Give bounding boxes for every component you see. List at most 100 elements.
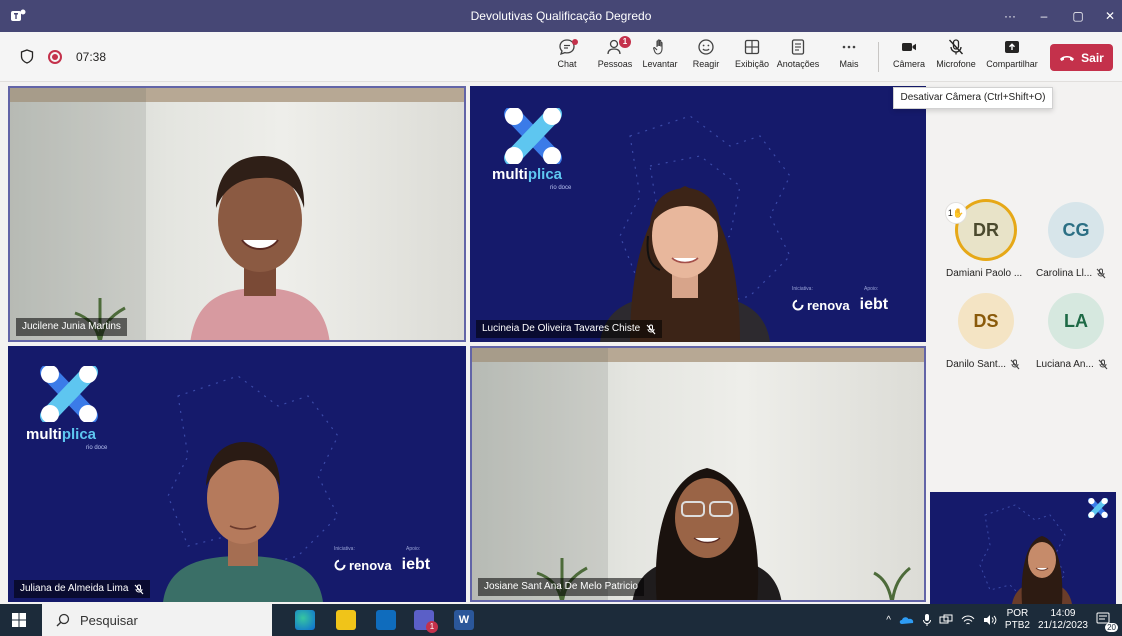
participant-avatar-cg[interactable]: CG [1048, 202, 1104, 258]
network-icon[interactable] [939, 614, 953, 626]
window-more-button[interactable]: ··· [1000, 6, 1020, 26]
renova-text: renova [807, 297, 850, 313]
mic-label: Microfone [936, 59, 976, 69]
sponsor-logos: renova iebt [792, 296, 888, 314]
brand-prefix: multi [492, 166, 528, 183]
share-button[interactable]: Compartilhar [986, 37, 1038, 69]
mic-button[interactable]: Microfone [930, 37, 982, 69]
participant-nametag: Jucilene Junia Martins [16, 318, 127, 336]
avatar-initials: DS [973, 310, 999, 331]
video-tile-3[interactable]: multiplica rio doce Iniciativa: Apoio: r… [8, 346, 466, 602]
participant-name: Carolina Ll... [1036, 268, 1093, 279]
self-video [1012, 536, 1072, 604]
brand-prefix: multi [26, 426, 62, 443]
wifi-icon[interactable] [961, 614, 975, 626]
file-explorer-icon[interactable] [336, 610, 356, 630]
initiative-label: Iniciativa: [334, 546, 355, 552]
participant-name: Josiane Sant Ana De Melo Patricio [484, 581, 638, 592]
raised-hand-indicator: 1 ✋ [945, 202, 967, 224]
initiative-label: Iniciativa: [792, 286, 813, 292]
avatar-initials: LA [1064, 310, 1088, 331]
participant-nametag: Juliana de Almeida Lima [14, 580, 151, 598]
participant-avatar-ds[interactable]: DS [958, 293, 1014, 349]
renova-swirl-icon [792, 299, 804, 311]
hang-up-icon [1060, 55, 1075, 61]
speaker-icon[interactable] [983, 614, 997, 626]
notes-icon [791, 39, 805, 55]
leave-button[interactable]: Sair [1050, 44, 1113, 71]
teams-taskbar-icon[interactable]: 1 [414, 610, 438, 633]
restore-button[interactable]: ▢ [1068, 6, 1088, 26]
mic-off-icon [1096, 268, 1106, 279]
keyboard-language[interactable]: POR PTB2 [1005, 608, 1030, 632]
camera-icon [902, 43, 916, 51]
participant-nametag: Josiane Sant Ana De Melo Patricio [478, 578, 644, 596]
participant-name-ds: Danilo Sant... [946, 359, 1020, 370]
brand-highlight: plica [527, 166, 563, 183]
more-button[interactable]: Mais [823, 37, 875, 69]
raise-hand-button[interactable]: Levantar [634, 37, 686, 69]
brand-highlight: plica [61, 426, 97, 443]
notification-center-icon[interactable]: 20 [1096, 612, 1118, 632]
minimize-button[interactable]: – [1034, 6, 1054, 26]
participant-video [163, 442, 323, 602]
people-count-badge: 1 [619, 36, 631, 48]
video-tile-1[interactable]: Jucilene Junia Martins [8, 86, 466, 342]
participant-name-cg: Carolina Ll... [1036, 268, 1106, 279]
hand-icon: ✋ [952, 207, 965, 218]
clock-time: 14:09 [1050, 608, 1076, 619]
camera-tooltip: Desativar Câmera (Ctrl+Shift+O) [893, 87, 1053, 109]
language-code: POR [1006, 608, 1029, 619]
mic-off-icon [1098, 359, 1108, 370]
participant-name: Juliana de Almeida Lima [20, 583, 129, 594]
video-tile-2[interactable]: multiplica rio doce Iniciativa: Apoio: r… [470, 86, 926, 342]
shield-icon[interactable] [20, 49, 34, 64]
outlook-icon[interactable] [376, 610, 396, 630]
share-label: Compartilhar [986, 59, 1038, 69]
renova-logo: renova [334, 558, 392, 573]
meeting-toolbar: 07:38 Chat 1 Pessoas Levantar Reagir Exi… [0, 32, 1122, 82]
video-tile-4[interactable]: Josiane Sant Ana De Melo Patricio [470, 346, 926, 602]
search-placeholder: Pesquisar [80, 612, 138, 628]
taskbar-clock[interactable]: 14:09 21/12/2023 [1038, 608, 1088, 632]
renova-logo: renova [792, 298, 850, 313]
windows-start-icon[interactable] [12, 613, 26, 627]
participant-name: Danilo Sant... [946, 359, 1007, 370]
clock-date: 21/12/2023 [1037, 620, 1088, 631]
react-button[interactable]: Reagir [680, 37, 732, 69]
avatar-initials: CG [1062, 219, 1090, 240]
close-button[interactable]: ✕ [1100, 6, 1120, 26]
microphone-icon[interactable] [922, 614, 931, 626]
iebt-text: iebt [401, 556, 431, 573]
mic-off-icon [948, 39, 964, 55]
participant-name: Luciana An... [1036, 359, 1094, 370]
view-button[interactable]: Exibição [726, 37, 778, 69]
taskbar-search[interactable]: Pesquisar [42, 604, 272, 636]
self-view-preview[interactable] [930, 492, 1116, 604]
notification-count: 20 [1105, 623, 1118, 632]
participant-nametag: Lucineia De Oliveira Tavares Chiste [476, 320, 663, 338]
chevron-up-icon[interactable]: ^ [886, 615, 891, 626]
edge-icon[interactable] [295, 610, 315, 630]
participant-avatar-la[interactable]: LA [1048, 293, 1104, 349]
camera-button[interactable]: Câmera [883, 37, 935, 69]
system-tray: ^ POR PTB2 14:09 21/12/2023 20 [886, 604, 1118, 636]
toolbar-separator [878, 42, 879, 72]
word-icon[interactable]: W [454, 610, 474, 630]
notes-label: Anotações [776, 59, 820, 69]
avatar-initials: DR [973, 219, 999, 240]
mic-off-icon [646, 324, 656, 334]
recording-icon [48, 49, 62, 64]
onedrive-icon[interactable] [899, 615, 915, 625]
plant-decoration [873, 566, 911, 600]
renova-swirl-icon [334, 559, 346, 571]
chat-button[interactable]: Chat [541, 37, 593, 69]
participant-video [190, 156, 330, 340]
multiplica-logo [1088, 498, 1108, 518]
leave-label: Sair [1081, 50, 1104, 65]
participant-name-la: Luciana An... [1036, 359, 1108, 370]
notes-button[interactable]: Anotações [772, 37, 824, 69]
raise-hand-label: Levantar [642, 59, 678, 69]
keyboard-layout: PTB2 [1004, 620, 1030, 631]
participant-name-dr: Damiani Paolo ... [946, 268, 1022, 279]
